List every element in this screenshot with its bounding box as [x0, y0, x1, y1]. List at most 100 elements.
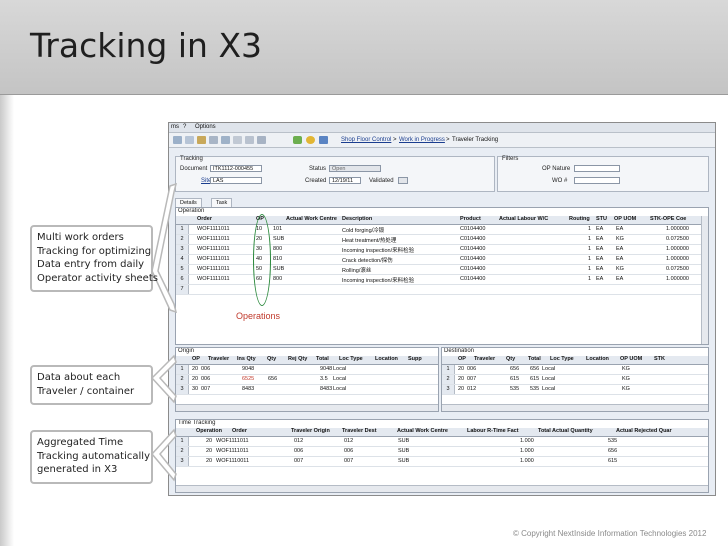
destination-horizontal-scrollbar[interactable] [442, 404, 708, 411]
col-routing[interactable]: Routing [569, 216, 590, 222]
cell-traveler[interactable]: 006 [201, 376, 210, 382]
validated-checkbox[interactable] [398, 177, 408, 184]
cell-uom[interactable]: KG [622, 376, 630, 382]
col-operation[interactable]: Operation [196, 428, 222, 434]
cell-op[interactable]: 20 [458, 366, 464, 372]
col-order[interactable]: Order [232, 428, 247, 434]
time-tracking-horizontal-scrollbar[interactable] [176, 485, 708, 492]
cell-wc[interactable]: 800 [273, 246, 282, 252]
cell-total[interactable]: 535 [530, 386, 539, 392]
cell-dest[interactable]: 012 [344, 438, 353, 444]
cell-dest[interactable]: 006 [344, 448, 353, 454]
cell-ins[interactable]: 9048 [242, 366, 254, 372]
cell-total[interactable]: 9048 [320, 366, 332, 372]
menu-item-help[interactable]: ? [183, 124, 186, 130]
operation-vertical-scrollbar[interactable] [701, 216, 708, 344]
cell-total[interactable]: 8483 [320, 386, 332, 392]
cell-traveler[interactable]: 007 [201, 386, 210, 392]
cell-routing[interactable]: 1 [588, 256, 591, 262]
cell-desc[interactable]: Rolling/滚丝 [342, 266, 371, 274]
cell-product[interactable]: C0104400 [460, 236, 485, 242]
col-op[interactable]: OP [458, 356, 466, 362]
cell-dest[interactable]: 007 [344, 458, 353, 464]
breadcrumb-wip[interactable]: Work in Progress [399, 137, 445, 143]
col-traveler-dest[interactable]: Traveler Dest [342, 428, 377, 434]
cell-traveler[interactable]: 006 [467, 366, 476, 372]
table-row[interactable]: 1 20 WOF1111011 012 012 SUB 1.000 535 [176, 437, 708, 447]
document-field[interactable]: ITK1112-000455 [210, 165, 262, 172]
cell-wc[interactable]: SUB [398, 438, 409, 444]
col-loc-type[interactable]: Loc Type [339, 356, 363, 362]
cell-qty[interactable]: 656 [268, 376, 277, 382]
attach-icon[interactable] [233, 136, 242, 144]
cell-orig[interactable]: 006 [294, 448, 303, 454]
cell-loctype[interactable]: Local [542, 366, 555, 372]
cell-order[interactable]: WOF1111011 [197, 276, 230, 282]
table-row[interactable]: 2 20 WOF1111011 006 006 SUB 1.000 656 [176, 447, 708, 457]
cell-order[interactable]: WOF1111011 [197, 246, 230, 252]
col-stu[interactable]: STU [596, 216, 607, 222]
cell-op[interactable]: 20 [206, 458, 212, 464]
cell-loctype[interactable]: Local [333, 366, 346, 372]
cell-order[interactable]: WOF1111011 [216, 438, 249, 444]
col-actual-work-centre[interactable]: Actual Work Centre [397, 428, 448, 434]
cell-loctype[interactable]: Local [333, 386, 346, 392]
col-stk[interactable]: STK [654, 356, 665, 362]
cell-stu[interactable]: EA [596, 246, 603, 252]
row-number[interactable]: 1 [442, 365, 455, 374]
cell-product[interactable]: C0104400 [460, 246, 485, 252]
cell-coef[interactable]: 1.000000 [666, 226, 689, 232]
cell-qty[interactable]: 615 [608, 458, 617, 464]
col-traveler-origin[interactable]: Traveler Origin [291, 428, 330, 434]
op-nature-field[interactable] [574, 165, 620, 172]
cell-ins[interactable]: 6525 [242, 376, 254, 382]
cell-coef[interactable]: 1.000000 [666, 256, 689, 262]
origin-horizontal-scrollbar[interactable] [176, 404, 438, 411]
cell-order[interactable]: WOF1111011 [197, 236, 230, 242]
cell-ins[interactable]: 8483 [242, 386, 254, 392]
paste-icon[interactable] [257, 136, 266, 144]
menu-item-options[interactable]: Options [195, 124, 216, 130]
col-stk-ope-coef[interactable]: STK-OPE Coe [650, 216, 686, 222]
col-actual-labour[interactable]: Actual Labour W/C [499, 216, 548, 222]
col-description[interactable]: Description [342, 216, 372, 222]
favorite-star-icon[interactable] [306, 136, 315, 144]
cell-order[interactable]: WOF1111011 [216, 448, 249, 454]
cell-op[interactable]: 20 [458, 386, 464, 392]
cell-opuom[interactable]: EA [616, 226, 623, 232]
cell-opuom[interactable]: EA [616, 256, 623, 262]
cell-wc[interactable]: 810 [273, 256, 282, 262]
cell-product[interactable]: C0104400 [460, 226, 485, 232]
cell-routing[interactable]: 1 [588, 276, 591, 282]
cell-orig[interactable]: 012 [294, 438, 303, 444]
cell-traveler[interactable]: 006 [201, 366, 210, 372]
cell-stu[interactable]: EA [596, 236, 603, 242]
save-icon[interactable] [185, 136, 194, 144]
cell-routing[interactable]: 1 [588, 246, 591, 252]
cell-coef[interactable]: 1.000000 [666, 246, 689, 252]
cell-desc[interactable]: Incoming inspection/来料检验 [342, 246, 414, 254]
cell-orig[interactable]: 007 [294, 458, 303, 464]
cell-loctype[interactable]: Local [542, 376, 555, 382]
cell-total[interactable]: 3.5 [320, 376, 328, 382]
cell-order[interactable]: WOF1111011 [197, 226, 230, 232]
cell-stu[interactable]: EA [596, 266, 603, 272]
cell-traveler[interactable]: 007 [467, 376, 476, 382]
cell-order[interactable]: WOF1111011 [197, 266, 230, 272]
status-field[interactable]: Open [329, 165, 381, 172]
col-location[interactable]: Location [586, 356, 609, 362]
cell-coef[interactable]: 1.000000 [666, 276, 689, 282]
col-total-actual-quantity[interactable]: Total Actual Quantity [538, 428, 593, 434]
table-row[interactable]: 1 20 006 656 656 Local KG [442, 365, 708, 375]
table-row[interactable]: 3 20 012 535 535 Local KG [442, 385, 708, 395]
col-order[interactable]: Order [197, 216, 212, 222]
copy-icon[interactable] [221, 136, 230, 144]
table-row[interactable]: 2 20 007 615 615 Local KG [442, 375, 708, 385]
cell-total[interactable]: 615 [530, 376, 539, 382]
cell-total[interactable]: 656 [530, 366, 539, 372]
col-location[interactable]: Location [375, 356, 398, 362]
menu-item-ms[interactable]: ms [171, 124, 179, 130]
cell-op[interactable]: 30 [192, 386, 198, 392]
cell-fact[interactable]: 1.000 [520, 448, 534, 454]
col-actual-rejected-qty[interactable]: Actual Rejected Quar [616, 428, 672, 434]
